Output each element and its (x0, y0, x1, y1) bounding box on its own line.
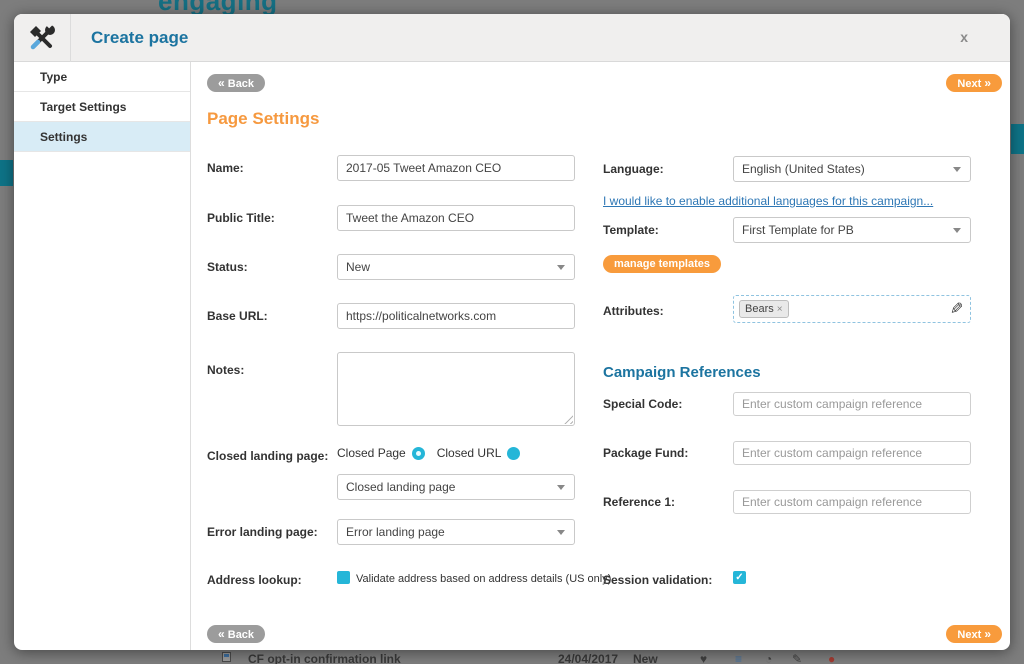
session-validation-label: Session validation: (603, 573, 712, 587)
error-landing-label: Error landing page: (207, 525, 318, 539)
closed-page-radio[interactable] (412, 447, 425, 460)
notes-label: Notes: (207, 363, 244, 377)
chevron-down-icon (557, 530, 565, 535)
language-label: Language: (603, 162, 664, 176)
chevron-left-icon: « (218, 627, 225, 641)
template-label: Template: (603, 223, 659, 237)
manage-templates-button[interactable]: manage templates (603, 255, 721, 273)
base-url-label: Base URL: (207, 309, 268, 323)
circle-icon: ◔ (765, 652, 772, 664)
remove-tag-icon[interactable]: × (777, 304, 783, 315)
status-select[interactable]: New (337, 254, 575, 280)
heart-icon: ♥ (700, 652, 707, 664)
public-title-label: Public Title: (207, 211, 275, 225)
reference1-input[interactable] (733, 490, 971, 514)
package-fund-input[interactable] (733, 441, 971, 465)
page-title: Page Settings (207, 109, 319, 129)
content-divider (190, 62, 191, 650)
row-status: New (633, 652, 658, 664)
row-date: 24/04/2017 (558, 652, 618, 664)
chevron-right-icon: » (984, 76, 991, 90)
modal-header: Create page x (14, 14, 1010, 62)
notes-textarea[interactable] (337, 352, 575, 426)
campaign-references-heading: Campaign References (603, 364, 761, 381)
chevron-down-icon (953, 228, 961, 233)
closed-page-option-label: Closed Page (337, 446, 406, 460)
status-label: Status: (207, 260, 248, 274)
row-type-icon (222, 652, 231, 662)
chevron-down-icon (557, 485, 565, 490)
edit-pencil-icon[interactable]: ✎ (950, 299, 963, 319)
closed-url-option-label: Closed URL (437, 446, 502, 460)
create-page-modal: Create page x Type Target Settings Setti… (14, 14, 1010, 650)
name-label: Name: (207, 161, 244, 175)
row-name: CF opt-in confirmation link (248, 652, 401, 664)
address-lookup-text: Validate address based on address detail… (356, 573, 611, 585)
session-validation-checkbox[interactable]: ✓ (733, 571, 746, 584)
special-code-input[interactable] (733, 392, 971, 416)
chevron-down-icon (557, 265, 565, 270)
tools-icon (14, 14, 71, 62)
back-button-bottom[interactable]: « Back (207, 625, 265, 643)
attribute-tag: Bears× (739, 300, 789, 318)
additional-languages-link[interactable]: I would like to enable additional langua… (603, 194, 933, 208)
chevron-right-icon: » (984, 627, 991, 641)
engaging-logo: engaging (158, 0, 278, 14)
wizard-sidebar: Type Target Settings Settings (14, 62, 190, 650)
attributes-label: Attributes: (603, 304, 664, 318)
public-title-input[interactable] (337, 205, 575, 231)
template-select[interactable]: First Template for PB (733, 217, 971, 243)
back-button-top[interactable]: « Back (207, 74, 265, 92)
error-landing-select[interactable]: Error landing page (337, 519, 575, 545)
sidebar-item-settings[interactable]: Settings (14, 122, 190, 152)
closed-landing-label: Closed landing page: (207, 449, 328, 463)
close-icon[interactable]: x (960, 29, 968, 45)
name-input[interactable] (337, 155, 575, 181)
chevron-left-icon: « (218, 76, 225, 90)
modal-title: Create page (91, 14, 188, 62)
background-table-row: CF opt-in confirmation link 24/04/2017 N… (14, 652, 1010, 664)
language-select[interactable]: English (United States) (733, 156, 971, 182)
sidebar-item-type[interactable]: Type (14, 62, 190, 92)
background-teal-accent-left (0, 160, 13, 186)
attributes-box[interactable]: Bears× ✎ (733, 295, 971, 323)
base-url-input[interactable] (337, 303, 575, 329)
red-dot-icon: ● (828, 652, 835, 664)
special-code-label: Special Code: (603, 397, 682, 411)
list-icon: ≡ (735, 652, 742, 664)
closed-landing-radio-group: Closed Page Closed URL (337, 446, 520, 460)
closed-landing-select[interactable]: Closed landing page (337, 474, 575, 500)
next-button-bottom[interactable]: Next » (946, 625, 1002, 643)
package-fund-label: Package Fund: (603, 446, 688, 460)
closed-url-radio[interactable] (507, 447, 520, 460)
pencil-icon: ✎ (792, 652, 802, 664)
address-lookup-checkbox[interactable] (337, 571, 350, 584)
next-button-top[interactable]: Next » (946, 74, 1002, 92)
background-teal-accent-right (1011, 124, 1024, 154)
sidebar-item-target-settings[interactable]: Target Settings (14, 92, 190, 122)
reference1-label: Reference 1: (603, 495, 675, 509)
address-lookup-label: Address lookup: (207, 573, 302, 587)
chevron-down-icon (953, 167, 961, 172)
